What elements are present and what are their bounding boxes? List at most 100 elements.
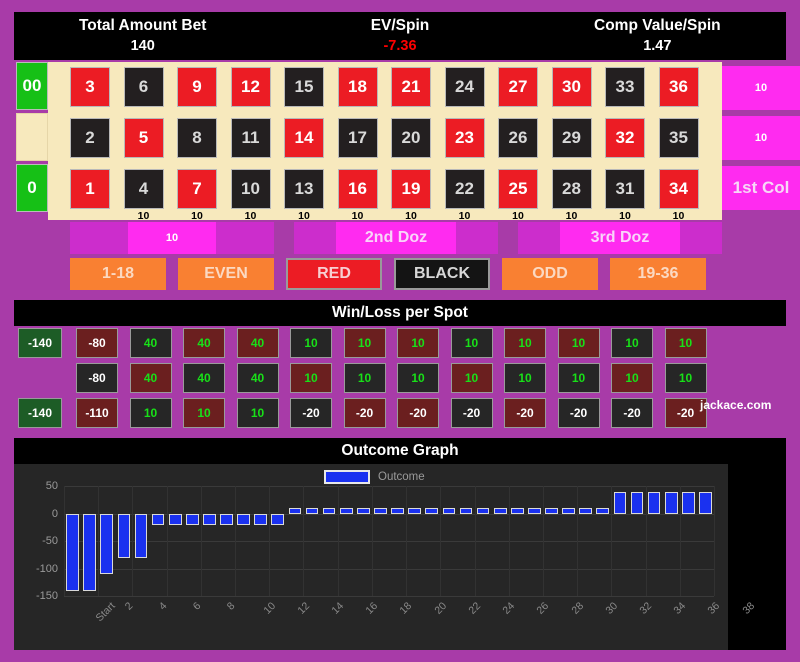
- outside-bet-1-18[interactable]: 1-18: [70, 258, 166, 290]
- board-number-20[interactable]: 20: [391, 118, 431, 158]
- win-loss-column-3: 40 40 10: [183, 328, 237, 428]
- chart-bar: [66, 513, 79, 591]
- board-number-7[interactable]: 7: [177, 169, 217, 209]
- x-tick-2: 2: [122, 600, 136, 613]
- board-number-15[interactable]: 15: [284, 67, 324, 107]
- dozen-bet-label-2[interactable]: 2nd Doz: [336, 222, 456, 254]
- grid-line-vertical: [542, 486, 544, 596]
- summary-bar: Total Amount Bet 140 EV/Spin -7.36 Comp Valu…: [14, 12, 786, 60]
- board-number-32[interactable]: 32: [605, 118, 645, 158]
- board-column-bet-7: 10: [405, 210, 417, 222]
- win-loss-cell: 40: [236, 328, 279, 358]
- board-number-31[interactable]: 31: [605, 169, 645, 209]
- win-loss-column-2: 40 40 10: [129, 328, 184, 428]
- grid-line-vertical: [508, 486, 510, 596]
- column-bets[interactable]: 10 10 1st Col: [722, 62, 800, 220]
- board-number-8[interactable]: 8: [177, 118, 217, 158]
- win-loss-cell: 10: [290, 363, 332, 393]
- board-number-28[interactable]: 28: [551, 169, 592, 209]
- board-number-16[interactable]: 16: [337, 169, 378, 209]
- board-number-5[interactable]: 5: [123, 118, 164, 158]
- win-loss-cell: 10: [450, 363, 493, 393]
- board-number-29[interactable]: 29: [551, 118, 592, 158]
- win-loss-column-4: 40 40 10: [236, 328, 291, 428]
- win-loss-cell: 10: [664, 328, 707, 358]
- chart-bar: [510, 508, 524, 514]
- board-number-27[interactable]: 27: [498, 67, 538, 107]
- x-tick-20: 20: [432, 600, 449, 617]
- column-bet-3[interactable]: 1st Col: [722, 166, 800, 210]
- board-number-25[interactable]: 25: [498, 169, 538, 209]
- board-number-35[interactable]: 35: [658, 118, 699, 158]
- board-number-14[interactable]: 14: [284, 118, 324, 158]
- board-column-bet-3: 10: [191, 210, 203, 222]
- x-tick-6: 6: [190, 600, 204, 613]
- win-loss-cell: 10: [611, 328, 653, 358]
- board-number-12[interactable]: 12: [230, 67, 271, 107]
- board-number-18[interactable]: 18: [337, 67, 378, 107]
- win-loss-column-6: 10 10 -20: [343, 328, 398, 428]
- board-number-4[interactable]: 4: [123, 169, 164, 209]
- outside-bets[interactable]: 1-18 EVEN RED BLACK ODD 19-36: [70, 258, 722, 290]
- roulette-board[interactable]: 00 0 3 2 1 6 5 4 10 9 8 7 10 12 11 10 10 15 14 13 10 18 17 16 1…: [14, 62, 800, 290]
- column-bet-2[interactable]: 10: [722, 116, 800, 160]
- y-tick-0: 0: [51, 507, 58, 520]
- dozen-bet-label-3[interactable]: 3rd Doz: [560, 222, 680, 254]
- board-number-21[interactable]: 21: [391, 67, 431, 107]
- board-number-24[interactable]: 24: [444, 67, 485, 107]
- board-number-22[interactable]: 22: [444, 169, 485, 209]
- win-loss-cell: -20: [397, 398, 439, 428]
- win-loss-cell: -20: [611, 398, 653, 428]
- bars-layer: [64, 486, 715, 597]
- zero-column[interactable]: 00 0: [14, 62, 48, 212]
- outside-bet-black[interactable]: BLACK: [394, 258, 490, 290]
- board-number-26[interactable]: 26: [498, 118, 538, 158]
- win-loss-cell: 10: [343, 363, 386, 393]
- summary-item-1: EV/Spin -7.36: [271, 12, 528, 60]
- board-number-6[interactable]: 6: [123, 67, 164, 107]
- win-loss-cell: -20: [290, 398, 332, 428]
- outside-bet-19-36[interactable]: 19-36: [610, 258, 706, 290]
- board-number-9[interactable]: 9: [177, 67, 217, 107]
- board-number-10[interactable]: 10: [230, 169, 271, 209]
- win-loss-cell: 10: [504, 328, 546, 358]
- x-tick-16: 16: [363, 600, 381, 617]
- win-loss-column-1: -80 -80 -110: [76, 328, 130, 428]
- board-number-2[interactable]: 2: [70, 118, 110, 158]
- x-tick-26: 26: [534, 600, 552, 617]
- board-number-19[interactable]: 19: [391, 169, 431, 209]
- chart-bar: [322, 508, 336, 514]
- column-bet-1[interactable]: 10: [722, 66, 800, 110]
- board-cell-0[interactable]: 0: [16, 164, 48, 212]
- x-tick-14: 14: [329, 600, 347, 617]
- grid-line-vertical: [235, 486, 237, 596]
- board-number-36[interactable]: 36: [658, 67, 699, 107]
- board-number-1[interactable]: 1: [70, 169, 110, 209]
- win-loss-cell: 10: [504, 363, 546, 393]
- board-number-30[interactable]: 30: [551, 67, 592, 107]
- grid-line-vertical: [337, 486, 339, 596]
- dozen-bets[interactable]: 10 2nd Doz 3rd Doz: [70, 222, 722, 254]
- chart-bar: [682, 491, 695, 514]
- board-number-13[interactable]: 13: [284, 169, 324, 209]
- board-number-23[interactable]: 23: [444, 118, 485, 158]
- board-number-33[interactable]: 33: [605, 67, 645, 107]
- board-number-34[interactable]: 34: [658, 169, 699, 209]
- chart-bar: [493, 508, 507, 514]
- dozen-bet-chip-1[interactable]: 10: [128, 222, 216, 254]
- roulette-bet-analyzer: Total Amount Bet 140 EV/Spin -7.36 Comp Valu…: [0, 0, 800, 662]
- board-cell-00[interactable]: 00: [16, 62, 48, 110]
- outside-bet-odd[interactable]: ODD: [502, 258, 598, 290]
- grid-line-vertical: [714, 486, 715, 596]
- watermark: jackace.com: [700, 398, 772, 412]
- outside-bet-red[interactable]: RED: [286, 258, 382, 290]
- board-number-3[interactable]: 3: [70, 67, 110, 107]
- grid-line-vertical: [64, 486, 65, 596]
- x-tick-10: 10: [261, 600, 278, 617]
- outside-bet-even[interactable]: EVEN: [178, 258, 274, 290]
- chart-bar: [305, 508, 319, 514]
- number-grid[interactable]: 3 2 1 6 5 4 10 9 8 7 10 12 11 10 10 15 14 13 10 18 17 16 10 21 2…: [70, 64, 710, 222]
- board-number-17[interactable]: 17: [337, 118, 378, 158]
- board-number-11[interactable]: 11: [230, 118, 271, 158]
- win-loss-column-7: 10 10 -20: [397, 328, 451, 428]
